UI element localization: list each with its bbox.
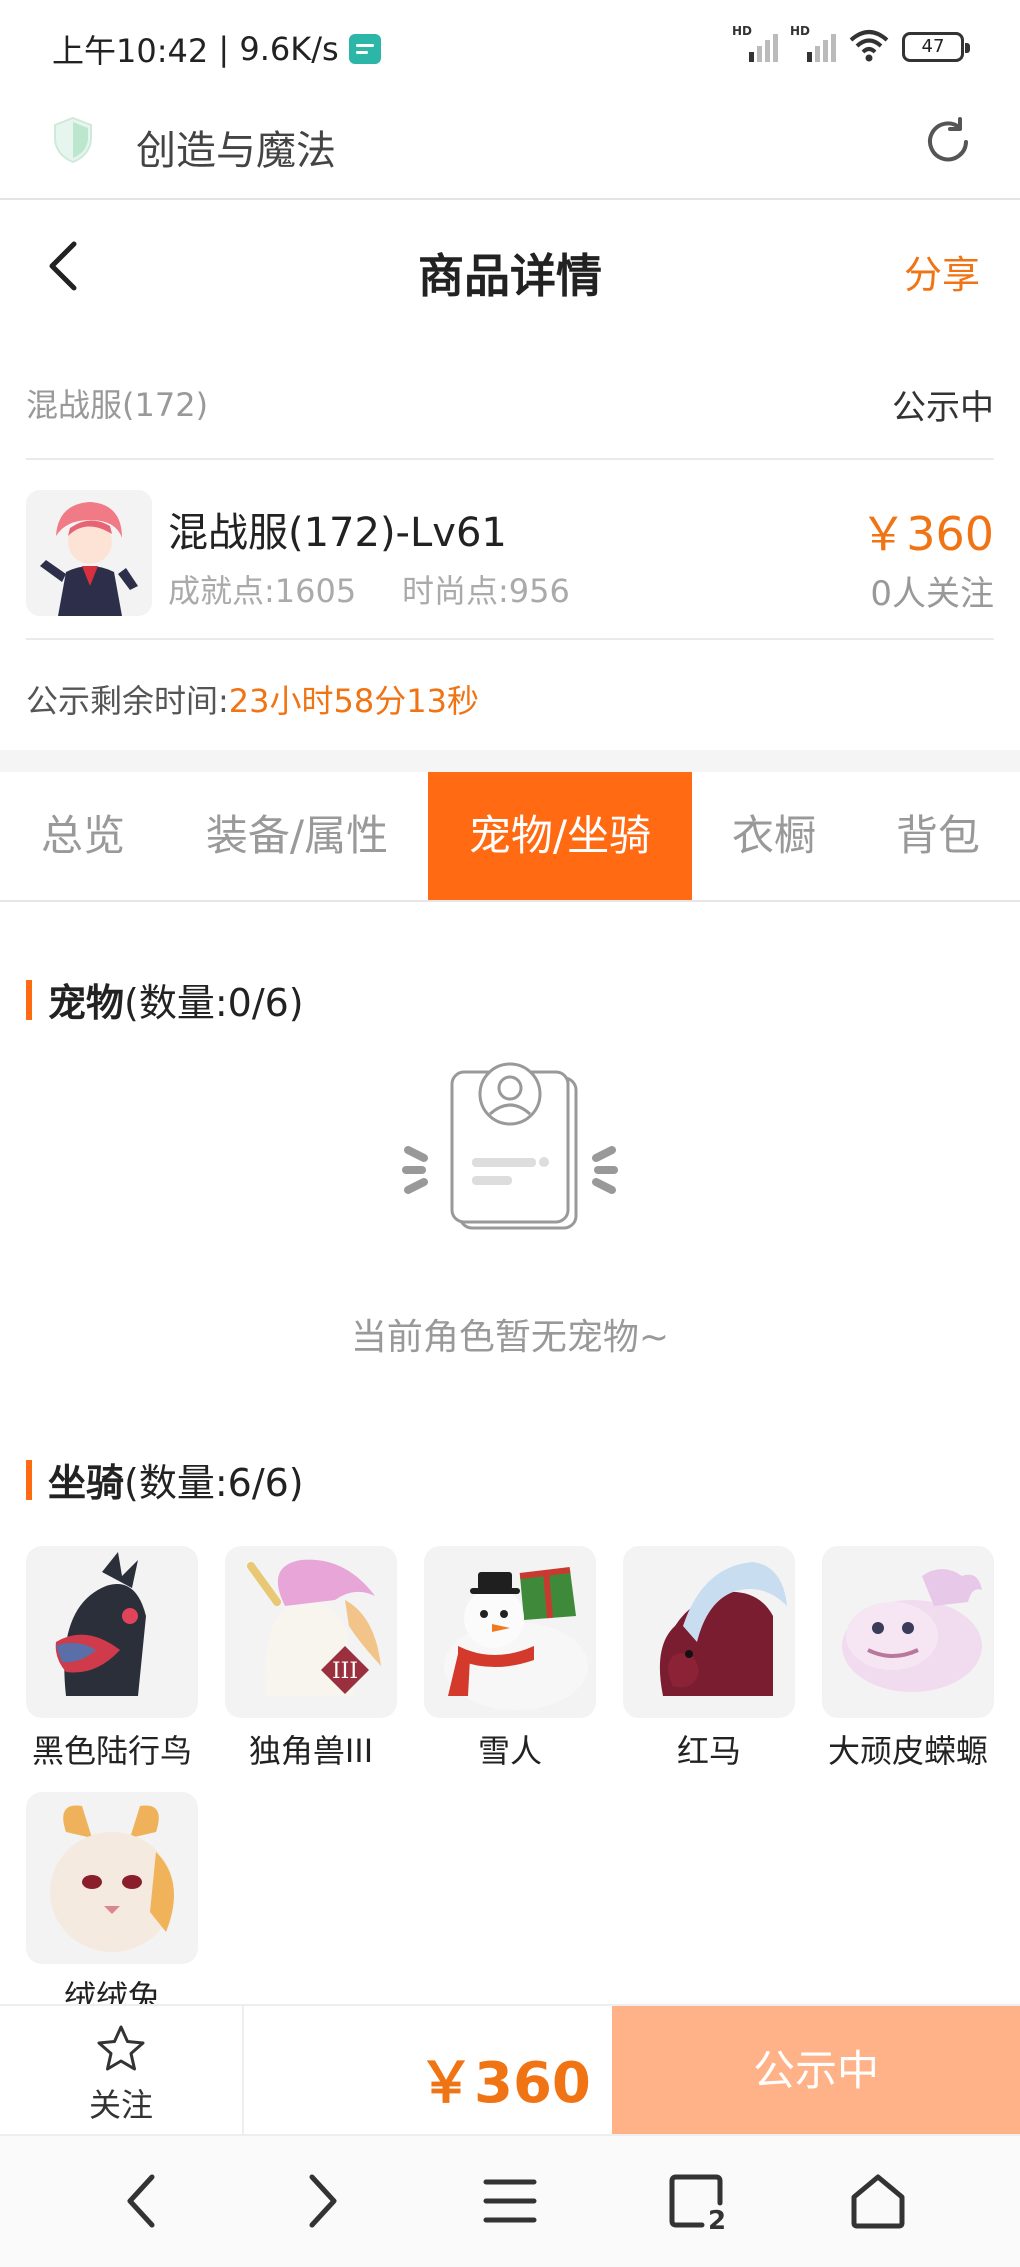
pets-count: (数量:0/6) (124, 981, 304, 1025)
share-button[interactable]: 分享 (904, 244, 980, 299)
svg-text:2: 2 (708, 2206, 726, 2231)
mount-item[interactable]: 大顽皮蝾螈 (822, 1546, 994, 1772)
pets-title: 宠物 (48, 981, 125, 1025)
browser-address-bar[interactable]: 创造与魔法 (0, 88, 1020, 200)
status-bar: 上午10:42 | 9.6K/s HD HD 47 (0, 0, 1020, 88)
mount-name: 雪人 (477, 1732, 542, 1770)
follower-count: 0人关注 (870, 574, 994, 614)
server-status: 公示中 (892, 388, 994, 428)
site-title: 创造与魔法 (136, 128, 336, 174)
chevron-right-icon (309, 2174, 337, 2228)
countdown-label: 公示剩余时间: (26, 682, 229, 720)
star-icon (97, 2025, 145, 2071)
tabs-count-icon: 2 (669, 2174, 726, 2231)
mount-item[interactable]: 雪人 (424, 1546, 596, 1772)
network-speed: 9.6K/s (239, 30, 339, 68)
tab-pets-mounts[interactable]: 宠物/坐骑 (428, 772, 692, 900)
status-left: 上午10:42 | 9.6K/s (52, 26, 381, 72)
chevron-left-icon (127, 2174, 155, 2228)
page-header: 商品详情 分享 (0, 200, 1020, 336)
character-avatar (26, 490, 152, 616)
bottom-price: ￥360 (418, 2051, 591, 2116)
follow-label: 关注 (88, 2086, 153, 2124)
menu-icon (483, 2179, 537, 2223)
mount-thumbnail (822, 1546, 994, 1718)
refresh-icon[interactable] (920, 114, 976, 170)
status-right: HD HD 47 (732, 24, 970, 62)
tab-overview[interactable]: 总览 (0, 772, 166, 900)
nav-tabs-button[interactable]: 2 (658, 2166, 738, 2236)
page-title: 商品详情 (418, 249, 602, 303)
product-price: ￥360 (860, 507, 994, 561)
signal-icon-2: HD (790, 24, 836, 62)
tab-wardrobe[interactable]: 衣橱 (692, 772, 856, 900)
mount-thumbnail (26, 1546, 198, 1718)
server-name: 混战服(172) (26, 386, 209, 424)
mount-thumbnail: III (225, 1546, 397, 1718)
clock: 上午10:42 (52, 32, 209, 70)
mount-thumbnail (424, 1546, 596, 1718)
action-bar: 关注 ￥360 公示中 (0, 2004, 1020, 2136)
nav-forward-button[interactable] (282, 2166, 362, 2236)
follow-button[interactable]: 关注 (0, 2006, 244, 2136)
countdown: 公示剩余时间:23小时58分13秒 (26, 676, 479, 722)
home-icon (851, 2174, 905, 2229)
mounts-section-title: 坐骑(数量:6/6) (26, 1452, 304, 1507)
mount-item[interactable]: III 独角兽III (225, 1546, 397, 1772)
countdown-time: 23小时58分13秒 (228, 682, 479, 720)
empty-pets-illustration-icon (402, 1062, 618, 1230)
tab-backpack[interactable]: 背包 (856, 772, 1020, 900)
mount-name: 大顽皮蝾螈 (827, 1732, 988, 1770)
mount-item[interactable]: 黑色陆行鸟 (26, 1546, 198, 1772)
mounts-count: (数量:6/6) (124, 1461, 304, 1505)
fashion-points: 时尚点:956 (402, 572, 570, 610)
mount-thumbnail (623, 1546, 795, 1718)
nav-menu-button[interactable] (470, 2166, 550, 2236)
nav-back-button[interactable] (102, 2166, 182, 2236)
mounts-title: 坐骑 (48, 1461, 125, 1505)
mount-thumbnail (26, 1792, 198, 1964)
battery-icon: 47 (902, 32, 970, 62)
svg-text:III: III (332, 1659, 358, 1684)
achievement-points: 成就点:1605 (168, 572, 357, 610)
section-divider (0, 750, 1020, 772)
signal-icon: HD (732, 24, 778, 62)
mount-name: 独角兽III (248, 1732, 374, 1770)
product-name: 混战服(172)-Lv61 (168, 510, 507, 556)
wifi-icon (849, 30, 889, 62)
pets-section-title: 宠物(数量:0/6) (26, 972, 304, 1027)
detail-tabs: 总览 装备/属性 宠物/坐骑 衣橱 背包 (0, 772, 1020, 902)
mount-name: 红马 (676, 1732, 741, 1770)
mount-item[interactable]: 红马 (623, 1546, 795, 1772)
nav-home-button[interactable] (838, 2166, 918, 2236)
mount-item[interactable]: 绒绒兔 (26, 1792, 198, 2018)
shield-icon (54, 116, 92, 164)
browser-bottom-nav: 2 (0, 2134, 1020, 2267)
message-notification-icon (348, 34, 381, 64)
empty-pets-text: 当前角色暂无宠物~ (350, 1317, 670, 1358)
product-card[interactable]: 混战服(172)-Lv61 成就点:1605 时尚点:956 ￥360 0人关注 (26, 462, 994, 640)
mount-name: 黑色陆行鸟 (31, 1732, 192, 1770)
public-status-button[interactable]: 公示中 (612, 2006, 1020, 2136)
server-row: 混战服(172) 公示中 (26, 360, 994, 460)
tab-equipment[interactable]: 装备/属性 (166, 772, 428, 900)
